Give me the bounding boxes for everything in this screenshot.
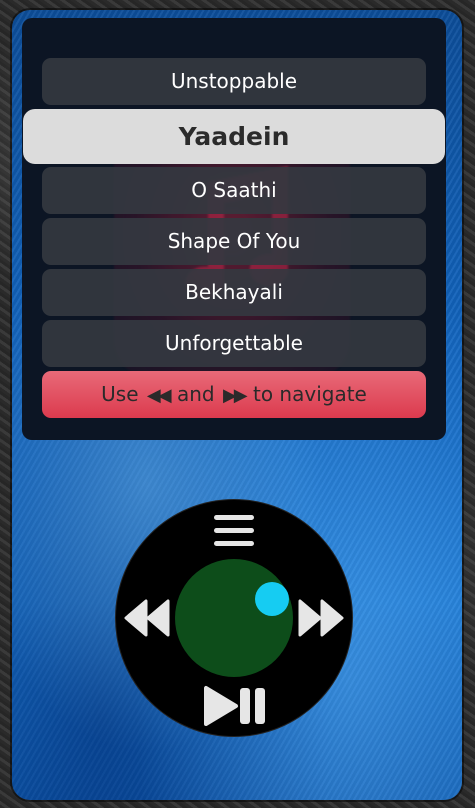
song-item-o-saathi[interactable]: O Saathi <box>42 167 426 214</box>
hint-suffix: to navigate <box>252 382 367 406</box>
rewind-icon[interactable] <box>122 597 172 639</box>
hint-middle: and <box>176 382 215 406</box>
click-wheel[interactable] <box>116 500 352 736</box>
rewind-hint-icon: ◀◀ <box>146 385 172 406</box>
song-item-bekhayali[interactable]: Bekhayali <box>42 269 426 316</box>
hint-prefix: Use <box>101 382 139 406</box>
song-item-unforgettable[interactable]: Unforgettable <box>42 320 426 367</box>
music-player-device: Unstoppable Yaadein O Saathi Shape Of Yo… <box>12 10 462 800</box>
song-item-yaadein-selected[interactable]: Yaadein <box>23 109 445 164</box>
play-pause-icon[interactable] <box>202 684 268 728</box>
wheel-position-indicator <box>255 582 289 616</box>
navigation-hint: Use ◀◀ and ▶▶ to navigate <box>42 371 426 418</box>
player-screen: Unstoppable Yaadein O Saathi Shape Of Yo… <box>22 18 446 440</box>
menu-icon[interactable] <box>213 512 255 550</box>
fast-forward-icon[interactable] <box>296 597 346 639</box>
center-button[interactable] <box>175 559 293 677</box>
song-item-unstoppable[interactable]: Unstoppable <box>42 58 426 105</box>
fast-forward-hint-icon: ▶▶ <box>222 385 248 406</box>
song-item-shape-of-you[interactable]: Shape Of You <box>42 218 426 265</box>
